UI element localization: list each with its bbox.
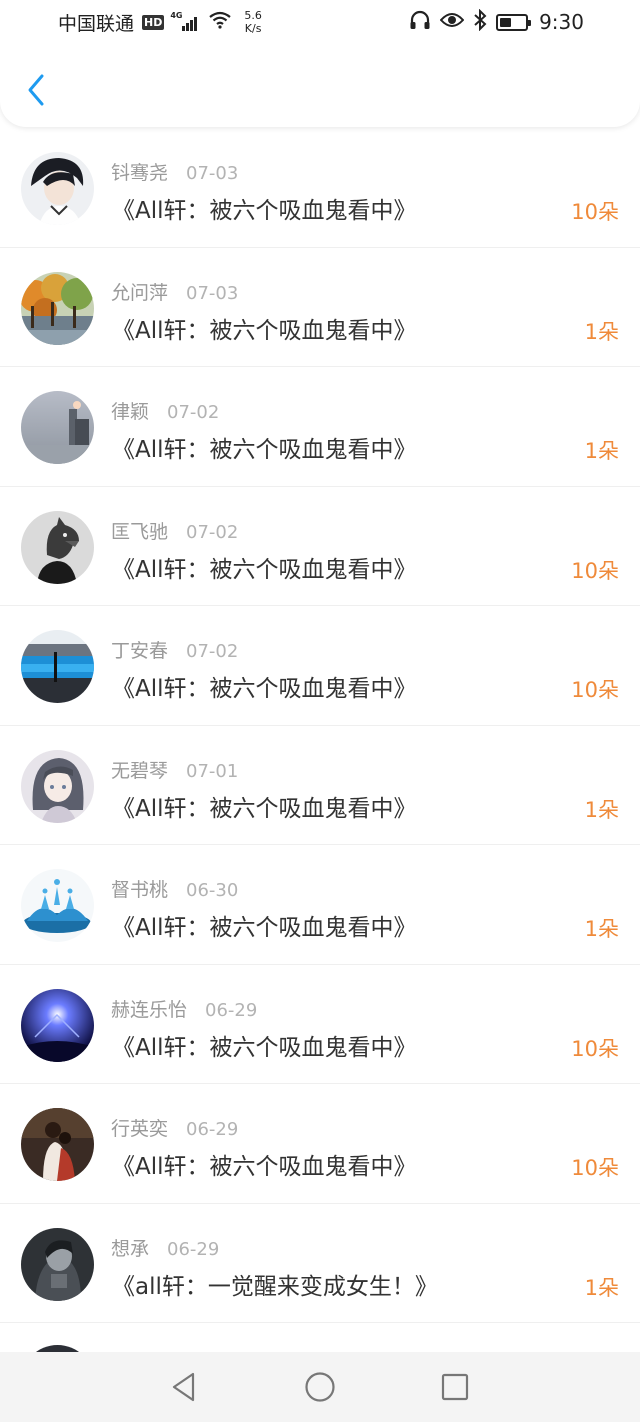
book-title[interactable]: 《All轩：被六个吸血鬼看中》 (112, 1028, 417, 1062)
avatar[interactable] (21, 271, 94, 345)
flower-amount: 1朵 (584, 917, 619, 941)
flower-amount: 1朵 (584, 1275, 619, 1300)
nav-home-button[interactable] (301, 1368, 339, 1406)
network-speed: 5.6 K/s (244, 9, 262, 35)
reward-date: 07-02 (167, 402, 220, 423)
avatar[interactable] (21, 1108, 94, 1181)
circle-home-icon (305, 1372, 335, 1402)
battery-icon (496, 13, 532, 31)
user-name-text[interactable]: 行英奕 (111, 1118, 168, 1140)
book-title[interactable]: 《all轩：一觉醒来变成女生！》 (112, 1267, 438, 1301)
flower-amount: 10朵 (571, 1156, 619, 1180)
book-title[interactable]: 《All轩：被六个吸血鬼看中》 (112, 789, 417, 823)
avatar[interactable] (21, 1227, 94, 1301)
book-title[interactable]: 《All轩：被六个吸血鬼看中》 (112, 550, 417, 584)
reward-row[interactable]: 想承 06-29 《all轩：一觉醒来变成女生！》 1朵 (0, 1204, 640, 1323)
reward-list: 钭骞尧 07-03 《All轩：被六个吸血鬼看中》 10朵 允问萍 07-03 《All轩：… (0, 128, 640, 1323)
reward-date: 06-29 (205, 999, 258, 1021)
chevron-left-icon (28, 74, 44, 106)
avatar[interactable] (21, 630, 94, 703)
user-name[interactable]: 钭骞尧 07-03 (111, 158, 238, 185)
avatar[interactable] (21, 510, 94, 584)
square-recents-icon (441, 1373, 469, 1401)
flower-amount: 1朵 (584, 439, 619, 463)
reward-row[interactable]: 允问萍 07-03 《All轩：被六个吸血鬼看中》 1朵 (0, 248, 640, 367)
clock-time: 9:30 (539, 10, 584, 34)
cell-signal-icon: 4G (170, 11, 198, 31)
reward-date: 07-02 (186, 521, 239, 543)
nav-back-button[interactable] (165, 1368, 203, 1406)
reward-date: 07-03 (186, 163, 239, 184)
avatar[interactable] (21, 988, 94, 1062)
user-name[interactable]: 允问萍 07-03 (111, 278, 238, 305)
avatar[interactable] (21, 391, 94, 464)
flower-amount: 10朵 (571, 678, 619, 702)
reward-date: 06-29 (186, 1119, 239, 1140)
reward-date: 06-29 (167, 1238, 220, 1260)
app-header: 中国联通 HD 4G 5.6 K/s 9:30 (0, 0, 640, 127)
book-title[interactable]: 《All轩：被六个吸血鬼看中》 (112, 1147, 417, 1181)
user-name-text[interactable]: 允问萍 (111, 282, 168, 304)
reward-row[interactable]: 律颖 07-02 《All轩：被六个吸血鬼看中》 1朵 (0, 367, 640, 487)
flower-amount: 1朵 (584, 797, 619, 822)
reward-date: 07-03 (186, 282, 239, 304)
user-name-text[interactable]: 赫连乐怡 (111, 999, 187, 1021)
book-title[interactable]: 《All轩：被六个吸血鬼看中》 (112, 669, 417, 703)
eye-icon (439, 11, 465, 34)
headphones-icon (409, 10, 431, 35)
user-name-text[interactable]: 督书桃 (111, 879, 168, 901)
flower-amount: 10朵 (571, 1036, 619, 1061)
reward-row[interactable]: 赫连乐怡 06-29 《All轩：被六个吸血鬼看中》 10朵 (0, 965, 640, 1084)
user-name[interactable]: 匡飞驰 07-02 (111, 517, 238, 544)
user-name[interactable]: 无碧琴 07-01 (111, 756, 238, 783)
flower-amount: 1朵 (584, 319, 619, 344)
flower-amount: 10朵 (571, 558, 619, 583)
reward-row[interactable]: 无碧琴 07-01 《All轩：被六个吸血鬼看中》 1朵 (0, 726, 640, 845)
system-nav-bar (0, 1352, 640, 1422)
status-left: 中国联通 HD 4G 5.6 K/s (58, 8, 262, 36)
wifi-icon (208, 11, 232, 34)
nav-recents-button[interactable] (436, 1368, 474, 1406)
bluetooth-icon (473, 8, 487, 36)
book-title[interactable]: 《All轩：被六个吸血鬼看中》 (112, 311, 417, 345)
reward-row[interactable]: 丁安春 07-02 《All轩：被六个吸血鬼看中》 10朵 (0, 606, 640, 726)
avatar[interactable] (21, 749, 94, 823)
user-name[interactable]: 督书桃 06-30 (111, 875, 238, 902)
book-title[interactable]: 《All轩：被六个吸血鬼看中》 (112, 908, 417, 942)
user-name[interactable]: 赫连乐怡 06-29 (111, 995, 257, 1022)
triangle-back-icon (172, 1372, 195, 1402)
user-name-text[interactable]: 钭骞尧 (111, 162, 168, 184)
status-bar: 中国联通 HD 4G 5.6 K/s 9:30 (0, 0, 640, 44)
avatar[interactable] (21, 152, 94, 225)
user-name[interactable]: 律颖 07-02 (111, 397, 219, 424)
reward-row[interactable]: 匡飞驰 07-02 《All轩：被六个吸血鬼看中》 10朵 (0, 487, 640, 606)
book-title[interactable]: 《All轩：被六个吸血鬼看中》 (112, 430, 417, 464)
user-name-text[interactable]: 想承 (111, 1238, 149, 1260)
reward-date: 06-30 (186, 880, 239, 901)
battery-level-fill (500, 17, 511, 27)
user-name-text[interactable]: 律颖 (111, 401, 149, 423)
user-name-text[interactable]: 无碧琴 (111, 760, 168, 782)
flower-amount: 10朵 (571, 200, 619, 224)
user-name[interactable]: 想承 06-29 (111, 1234, 219, 1261)
reward-row[interactable]: 钭骞尧 07-03 《All轩：被六个吸血鬼看中》 10朵 (0, 128, 640, 248)
reward-date: 07-02 (186, 641, 239, 662)
carrier-label: 中国联通 (58, 12, 135, 35)
avatar[interactable] (21, 869, 94, 942)
hd-badge: HD (142, 14, 165, 30)
user-name[interactable]: 丁安春 07-02 (111, 636, 238, 663)
status-right: 9:30 (409, 8, 584, 36)
user-name-text[interactable]: 丁安春 (111, 640, 168, 662)
reward-row[interactable]: 行英奕 06-29 《All轩：被六个吸血鬼看中》 10朵 (0, 1084, 640, 1204)
user-name[interactable]: 行英奕 06-29 (111, 1114, 238, 1141)
back-button[interactable] (18, 70, 54, 110)
reward-date: 07-01 (186, 760, 239, 782)
book-title[interactable]: 《All轩：被六个吸血鬼看中》 (112, 191, 417, 225)
user-name-text[interactable]: 匡飞驰 (111, 521, 168, 543)
reward-row[interactable]: 督书桃 06-30 《All轩：被六个吸血鬼看中》 1朵 (0, 845, 640, 965)
